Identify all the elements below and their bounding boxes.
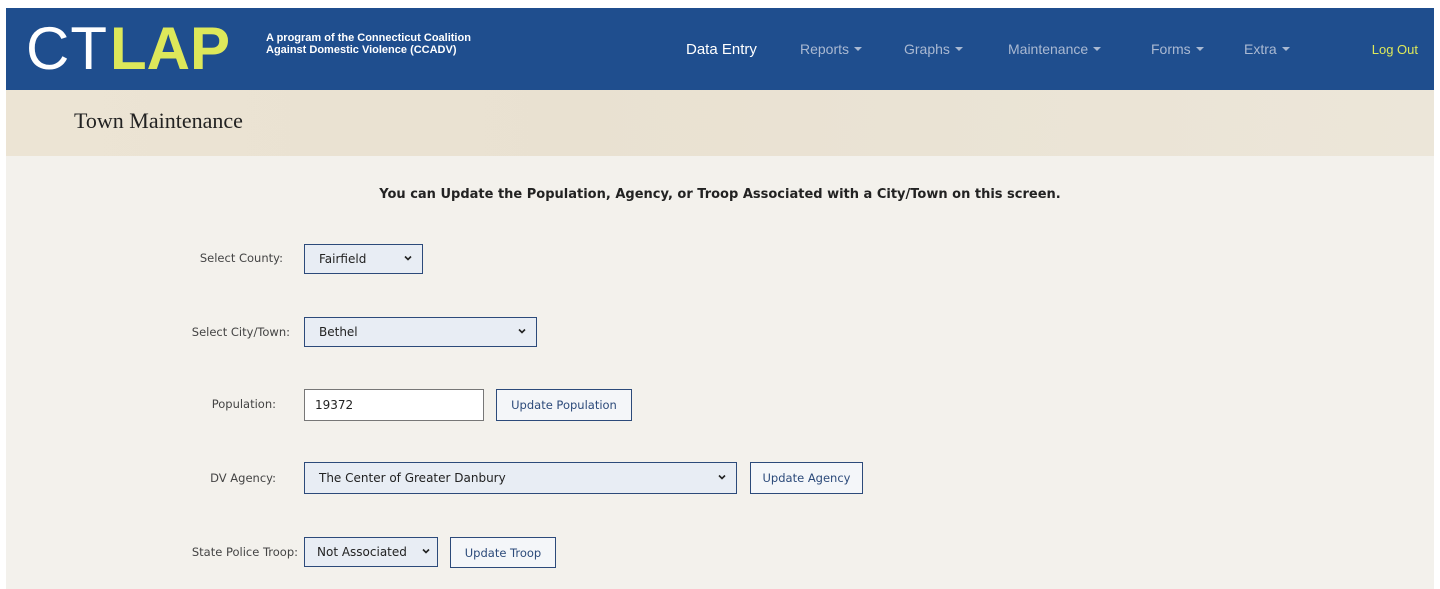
- agency-select-value: The Center of Greater Danbury: [319, 471, 506, 485]
- nav-reports-toggle[interactable]: Reports: [800, 41, 863, 57]
- nav-reports[interactable]: Reports: [800, 8, 863, 90]
- nav-data-entry-label[interactable]: Data Entry: [686, 41, 757, 58]
- nav-forms-toggle[interactable]: Forms: [1151, 41, 1204, 57]
- nav-graphs[interactable]: Graphs: [904, 8, 963, 90]
- logout-link[interactable]: Log Out: [1372, 8, 1418, 90]
- town-select-value: Bethel: [319, 325, 358, 339]
- nav-maintenance[interactable]: Maintenance: [1008, 8, 1102, 90]
- troop-select-value: Not Associated: [317, 545, 407, 559]
- update-population-button[interactable]: Update Population: [496, 389, 632, 421]
- chevron-down-icon: [422, 548, 430, 554]
- nav-extra[interactable]: Extra: [1244, 8, 1290, 90]
- navbar: CT LAP A program of the Connecticut Coal…: [6, 8, 1434, 90]
- page-header: Town Maintenance: [6, 90, 1434, 156]
- chevron-down-icon: [518, 328, 526, 334]
- nav-reports-label: Reports: [800, 41, 850, 57]
- ctlap-logo[interactable]: CT LAP: [26, 18, 230, 80]
- agency-select[interactable]: The Center of Greater Danbury: [304, 462, 737, 494]
- nav-extra-label: Extra: [1244, 41, 1277, 57]
- agency-label: DV Agency:: [210, 471, 276, 485]
- caret-down-icon: [1195, 47, 1204, 51]
- update-agency-button[interactable]: Update Agency: [750, 462, 863, 494]
- population-label: Population:: [211, 397, 276, 411]
- nav-forms[interactable]: Forms: [1151, 8, 1204, 90]
- county-select[interactable]: Fairfield: [304, 244, 423, 274]
- page-title: Town Maintenance: [74, 108, 243, 133]
- troop-label: State Police Troop:: [191, 545, 298, 559]
- logo-lap-text: LAP: [109, 15, 230, 82]
- tagline-line-1: A program of the Connecticut Coalition: [266, 32, 471, 44]
- intro-text: You can Update the Population, Agency, o…: [379, 187, 1061, 202]
- population-input[interactable]: 19372: [304, 389, 484, 421]
- nav-graphs-toggle[interactable]: Graphs: [904, 41, 963, 57]
- nav-graphs-label: Graphs: [904, 41, 950, 57]
- nav-maintenance-toggle[interactable]: Maintenance: [1008, 41, 1102, 57]
- tagline-line-2: Against Domestic Violence (CCADV): [266, 44, 457, 56]
- caret-down-icon: [1093, 47, 1102, 51]
- town-select[interactable]: Bethel: [304, 317, 537, 347]
- caret-down-icon: [1281, 47, 1290, 51]
- nav-maintenance-label: Maintenance: [1008, 41, 1089, 57]
- update-troop-button[interactable]: Update Troop: [450, 537, 556, 568]
- nav-data-entry[interactable]: Data Entry: [686, 8, 757, 90]
- troop-select[interactable]: Not Associated: [304, 537, 438, 567]
- county-label: Select County:: [199, 251, 283, 265]
- nav-forms-label: Forms: [1151, 41, 1191, 57]
- caret-down-icon: [954, 47, 963, 51]
- logo-ct-text: CT: [26, 15, 108, 82]
- caret-down-icon: [854, 47, 863, 51]
- nav-extra-toggle[interactable]: Extra: [1244, 41, 1290, 57]
- chevron-down-icon: [718, 474, 726, 480]
- town-label: Select City/Town:: [191, 325, 290, 339]
- app-frame: CT LAP A program of the Connecticut Coal…: [6, 8, 1434, 589]
- county-select-value: Fairfield: [319, 252, 367, 266]
- brand-tagline: A program of the Connecticut Coalition A…: [266, 32, 496, 56]
- chevron-down-icon: [404, 255, 412, 261]
